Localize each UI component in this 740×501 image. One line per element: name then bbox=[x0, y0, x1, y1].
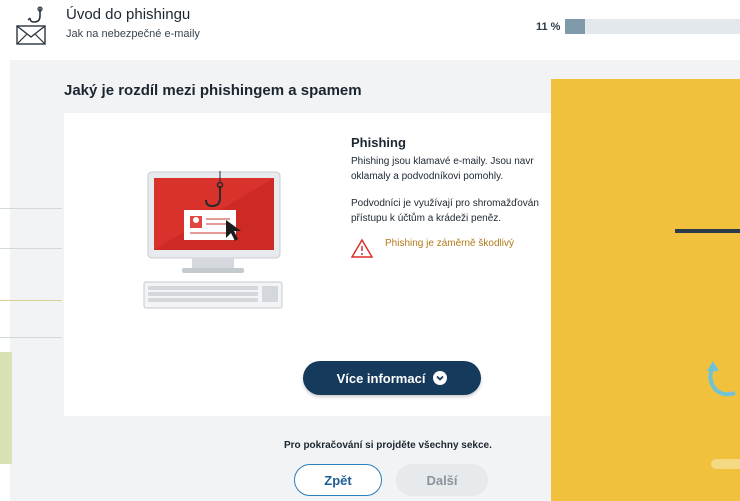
header: Úvod do phishingu Jak na nebezpečné e-ma… bbox=[0, 0, 740, 56]
phishing-purpose: Podvodníci je využívají pro shromažďován… bbox=[351, 198, 539, 224]
next-button[interactable]: Další bbox=[396, 464, 488, 496]
section-title: Jaký je rozdíl mezi phishingem a spamem bbox=[64, 82, 362, 99]
phishing-description: Phishing jsou klamavé e-maily. Jsou navr… bbox=[351, 156, 534, 182]
course-title: Úvod do phishingu bbox=[66, 6, 191, 23]
back-button[interactable]: Zpět bbox=[294, 464, 382, 496]
course-subtitle: Jak na nebezpečné e-maily bbox=[66, 28, 200, 40]
overlay-line bbox=[675, 229, 740, 233]
refresh-arrow-icon bbox=[707, 361, 736, 397]
overlay-glow bbox=[711, 459, 740, 469]
warning-triangle-icon bbox=[351, 238, 373, 258]
more-info-button[interactable]: Více informací bbox=[303, 361, 481, 395]
chevron-down-icon bbox=[433, 371, 448, 385]
progress-bar bbox=[565, 19, 740, 34]
envelope-fishhook-icon bbox=[16, 6, 46, 45]
more-info-label: Více informací bbox=[336, 370, 426, 386]
computer-phishing-illustration bbox=[143, 171, 283, 309]
overlay-panel bbox=[551, 79, 740, 501]
continue-note: Pro pokračování si projděte všechny sekc… bbox=[284, 440, 492, 451]
progress-percent: 11 % bbox=[536, 21, 561, 33]
phishing-heading: Phishing bbox=[351, 135, 406, 150]
warning-text: Phishing je záměrně škodlivý bbox=[385, 238, 514, 249]
progress-fill bbox=[565, 19, 585, 34]
side-highlight bbox=[0, 352, 12, 464]
